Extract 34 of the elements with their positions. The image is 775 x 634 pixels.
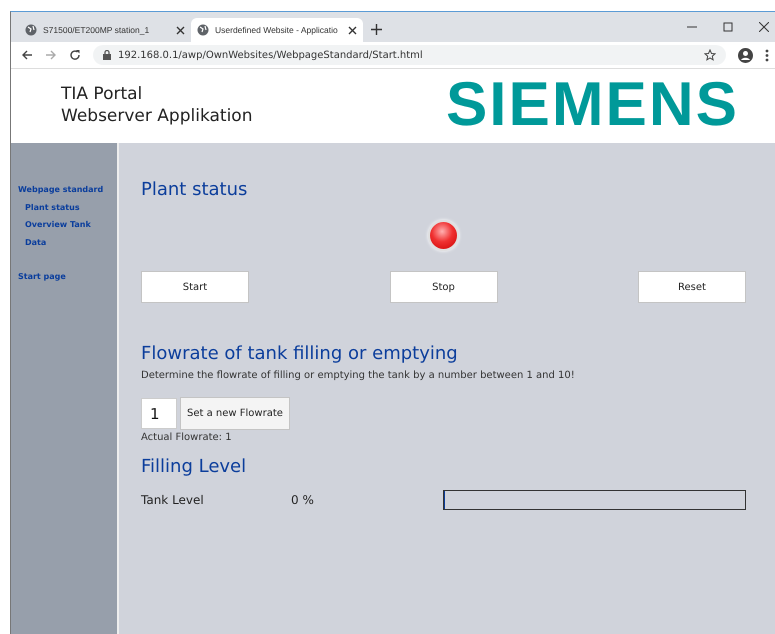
control-button[interactable]: Stop — [390, 271, 498, 303]
lock-icon — [103, 50, 111, 60]
browser-tab[interactable]: S71500/ET200MP station_1 — [19, 18, 191, 42]
close-icon[interactable] — [759, 22, 769, 32]
section-heading: Plant status — [141, 179, 248, 200]
account-icon[interactable] — [738, 48, 753, 62]
tank-level-reading: 0 % — [291, 493, 315, 507]
actual-flowrate-text: Actual Flowrate: 1 — [141, 432, 233, 443]
close-icon[interactable] — [348, 26, 357, 34]
menu-icon[interactable] — [765, 48, 769, 62]
tank-level-label: Tank Level — [141, 493, 205, 507]
control-button[interactable]: Start — [141, 271, 249, 303]
flowrate-input[interactable]: 1 — [141, 398, 177, 429]
sidebar-link[interactable]: Data — [11, 234, 117, 251]
section-heading: Flowrate of tank filling or emptying — [141, 343, 459, 364]
new-tab-icon[interactable] — [371, 24, 382, 35]
sidebar-link[interactable]: Plant status — [11, 198, 117, 216]
address-field[interactable]: 192.168.0.1/awp/OwnWebsites/WebpageStandard/Start.html — [93, 45, 726, 65]
control-button[interactable]: Reset — [638, 271, 746, 303]
maximize-icon[interactable] — [723, 22, 733, 32]
company-logo: SIEMENS — [446, 74, 739, 136]
section-heading: Filling Level — [141, 456, 248, 477]
star-icon[interactable] — [704, 49, 716, 61]
sidebar-link[interactable]: Start page — [11, 268, 117, 286]
set-flowrate-button[interactable]: Set a new Flowrate — [180, 397, 290, 430]
description-text: Determine the flowrate of filling or emptying the tank by a number between 1 and 10! — [141, 370, 576, 381]
sidebar-link[interactable]: Overview Tank — [11, 216, 117, 234]
reload-icon[interactable] — [69, 49, 81, 61]
sidebar-link[interactable]: Webpage standard — [11, 181, 117, 198]
app-title: Webserver Applikation — [61, 105, 252, 127]
close-icon[interactable] — [176, 26, 185, 34]
app-title: TIA Portal — [61, 83, 144, 105]
back-arrow-icon[interactable] — [21, 49, 33, 61]
browser-tab[interactable]: Userdefined Website - Applicatio — [191, 18, 363, 42]
